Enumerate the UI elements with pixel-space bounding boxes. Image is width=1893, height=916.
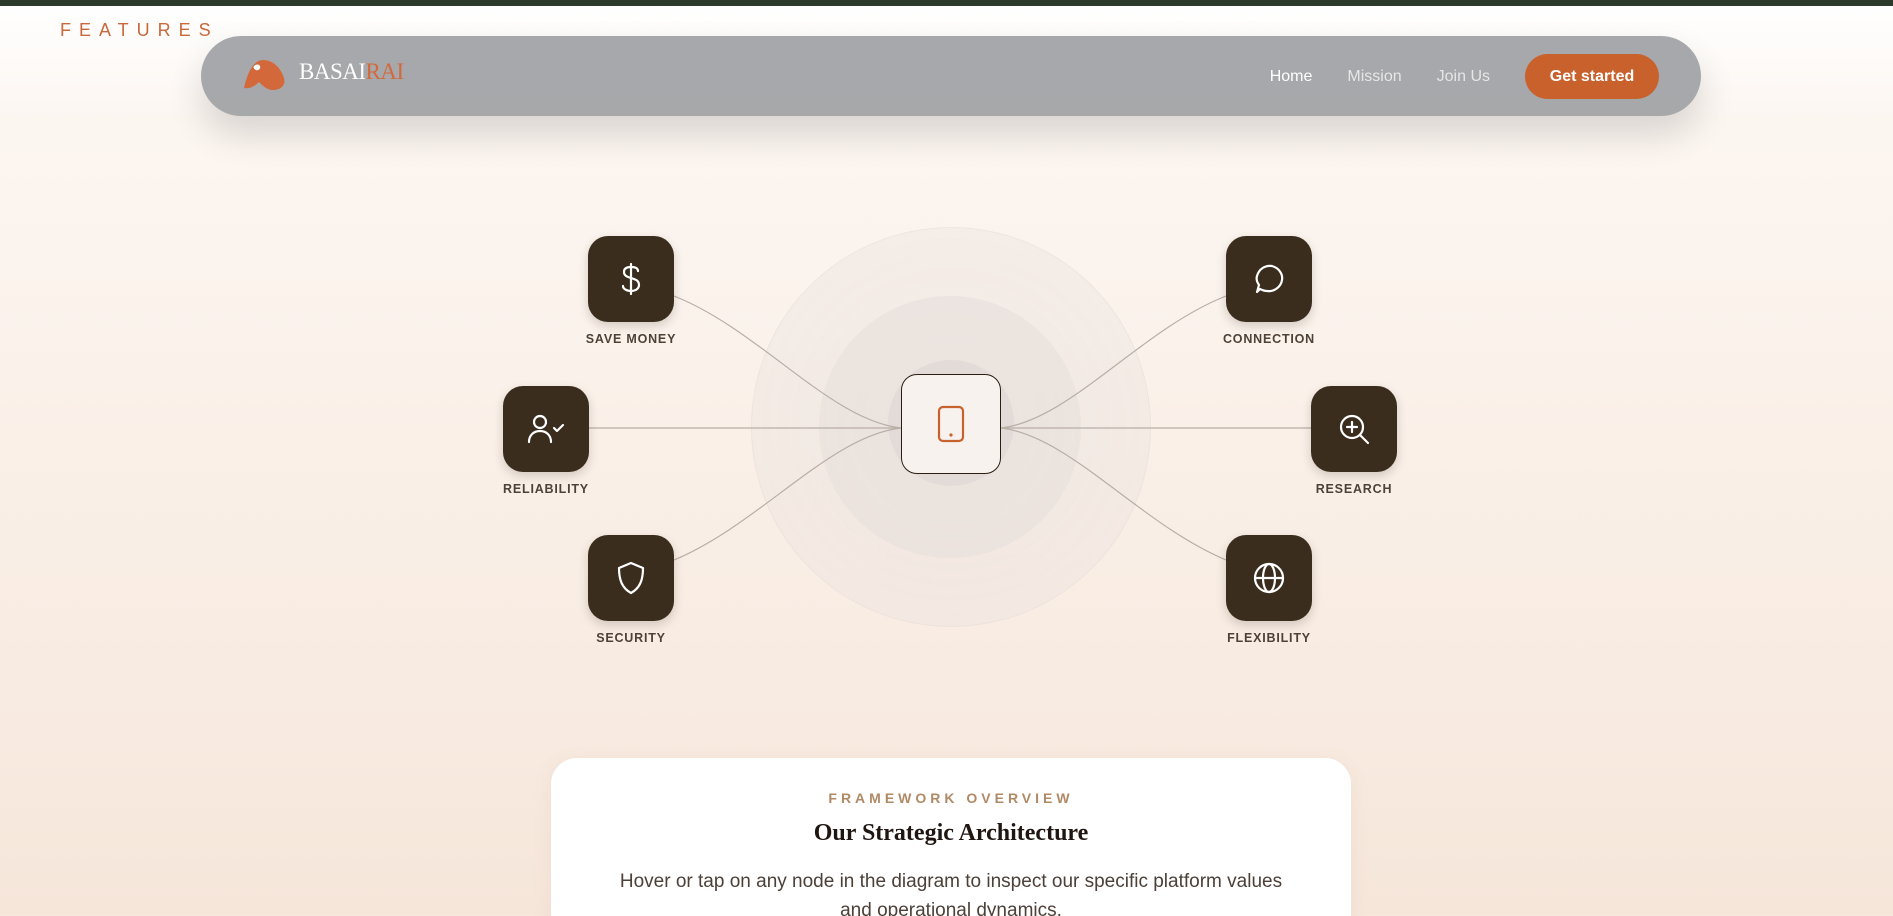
get-started-button[interactable]: Get started <box>1525 54 1659 99</box>
logo-text-main: BASAI <box>299 59 366 84</box>
nav-links: Home Mission Join Us Get started <box>1270 54 1659 99</box>
nav-link-mission[interactable]: Mission <box>1347 68 1401 86</box>
node-tile <box>588 535 674 621</box>
chat-bubble-icon <box>1255 264 1284 294</box>
logo-text: BASAIRAI <box>299 59 404 85</box>
node-flexibility[interactable]: FLEXIBILITY <box>1226 535 1312 645</box>
connector-flexibility <box>1000 427 1227 561</box>
node-label: SECURITY <box>596 631 666 645</box>
dollar-icon <box>621 262 641 296</box>
nav-link-home[interactable]: Home <box>1270 68 1313 86</box>
logo[interactable]: BASAIRAI <box>241 52 404 92</box>
card-eyebrow: FRAMEWORK OVERVIEW <box>828 790 1074 806</box>
card-description: Hover or tap on any node in the diagram … <box>619 871 1283 916</box>
section-label: FEATURES <box>60 20 219 40</box>
node-tile <box>503 386 589 472</box>
connector-connection <box>1000 295 1227 429</box>
node-label: RELIABILITY <box>503 482 589 496</box>
connector-security <box>673 427 902 561</box>
user-check-icon <box>527 414 565 444</box>
tablet-icon <box>937 405 965 443</box>
zoom-in-icon <box>1339 414 1370 445</box>
logo-mark-icon <box>244 60 285 90</box>
card-title: Our Strategic Architecture <box>813 820 1089 846</box>
node-tile <box>1226 236 1312 322</box>
navbar: BASAIRAI Home Mission Join Us Get starte… <box>201 36 1701 116</box>
node-tile <box>1311 386 1397 472</box>
logo-text-accent: RAI <box>365 59 405 84</box>
node-connection[interactable]: CONNECTION <box>1223 236 1314 346</box>
node-research[interactable]: RESEARCH <box>1311 386 1397 496</box>
connector-save-money <box>673 295 902 429</box>
shield-icon <box>617 561 645 595</box>
top-accent-bar <box>0 0 1893 6</box>
hub-node[interactable] <box>901 374 1001 474</box>
node-tile <box>1226 535 1312 621</box>
node-label: RESEARCH <box>1315 482 1393 496</box>
framework-overview-card: FRAMEWORK OVERVIEW Our Strategic Archite… <box>551 758 1351 916</box>
globe-icon <box>1253 562 1285 594</box>
node-security[interactable]: SECURITY <box>588 535 674 645</box>
node-reliability[interactable]: RELIABILITY <box>503 386 589 496</box>
node-label: FLEXIBILITY <box>1227 631 1311 645</box>
node-save-money[interactable]: SAVE MONEY <box>586 236 675 346</box>
node-tile <box>588 236 674 322</box>
node-label: SAVE MONEY <box>585 332 677 346</box>
node-label: CONNECTION <box>1222 332 1316 346</box>
nav-link-join-us[interactable]: Join Us <box>1437 68 1490 86</box>
